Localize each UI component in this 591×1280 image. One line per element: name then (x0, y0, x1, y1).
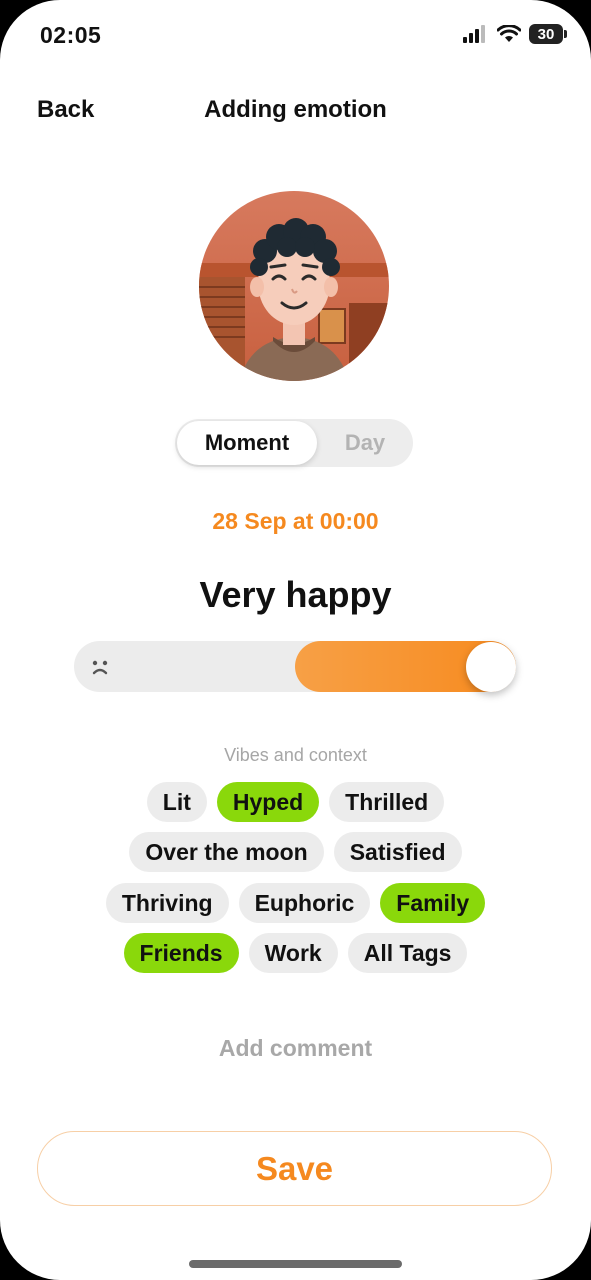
tab-moment[interactable]: Moment (177, 421, 317, 465)
slider-thumb[interactable] (466, 642, 516, 692)
tag-row: Thriving Euphoric Family (0, 883, 591, 923)
tag-euphoric[interactable]: Euphoric (238, 883, 371, 923)
back-button[interactable]: Back (37, 96, 94, 124)
tag-thriving[interactable]: Thriving (105, 883, 229, 923)
battery-icon: 30 (529, 24, 567, 44)
tag-friends[interactable]: Friends (123, 933, 239, 973)
battery-level: 30 (537, 25, 555, 43)
tag-row: Friends Work All Tags (0, 933, 591, 973)
avatar-illustration (199, 191, 389, 381)
tab-day[interactable]: Day (317, 419, 413, 467)
date-selector[interactable]: 28 Sep at 00:00 (0, 508, 591, 535)
tag-over-the-moon[interactable]: Over the moon (129, 832, 324, 872)
tag-satisfied[interactable]: Satisfied (333, 832, 462, 872)
tag-family[interactable]: Family (380, 883, 486, 923)
tag-row: Lit Hyped Thrilled (0, 782, 591, 822)
phone-screen: 02:05 30 Adding emotion Back Moment Day … (0, 0, 591, 1280)
vibes-heading: Vibes and context (224, 745, 367, 765)
add-comment-input[interactable]: Add comment (0, 1035, 591, 1062)
status-time: 02:05 (40, 22, 102, 48)
signal-icon (463, 25, 485, 43)
wifi-icon (497, 25, 521, 42)
home-indicator (189, 1260, 402, 1268)
mode-toggle: Moment Day (175, 419, 413, 467)
tag-all-tags[interactable]: All Tags (347, 933, 468, 973)
tag-thrilled[interactable]: Thrilled (329, 782, 445, 822)
mood-label: Very happy (199, 574, 392, 615)
mood-slider[interactable] (74, 641, 516, 692)
save-button[interactable]: Save (37, 1131, 552, 1206)
tag-hyped[interactable]: Hyped (216, 782, 320, 822)
tag-lit[interactable]: Lit (146, 782, 207, 822)
sad-face-icon (92, 660, 108, 675)
tag-row: Over the moon Satisfied (0, 832, 591, 872)
tag-work[interactable]: Work (248, 933, 338, 973)
status-icons: 30 (463, 24, 567, 44)
avatar (199, 191, 389, 381)
